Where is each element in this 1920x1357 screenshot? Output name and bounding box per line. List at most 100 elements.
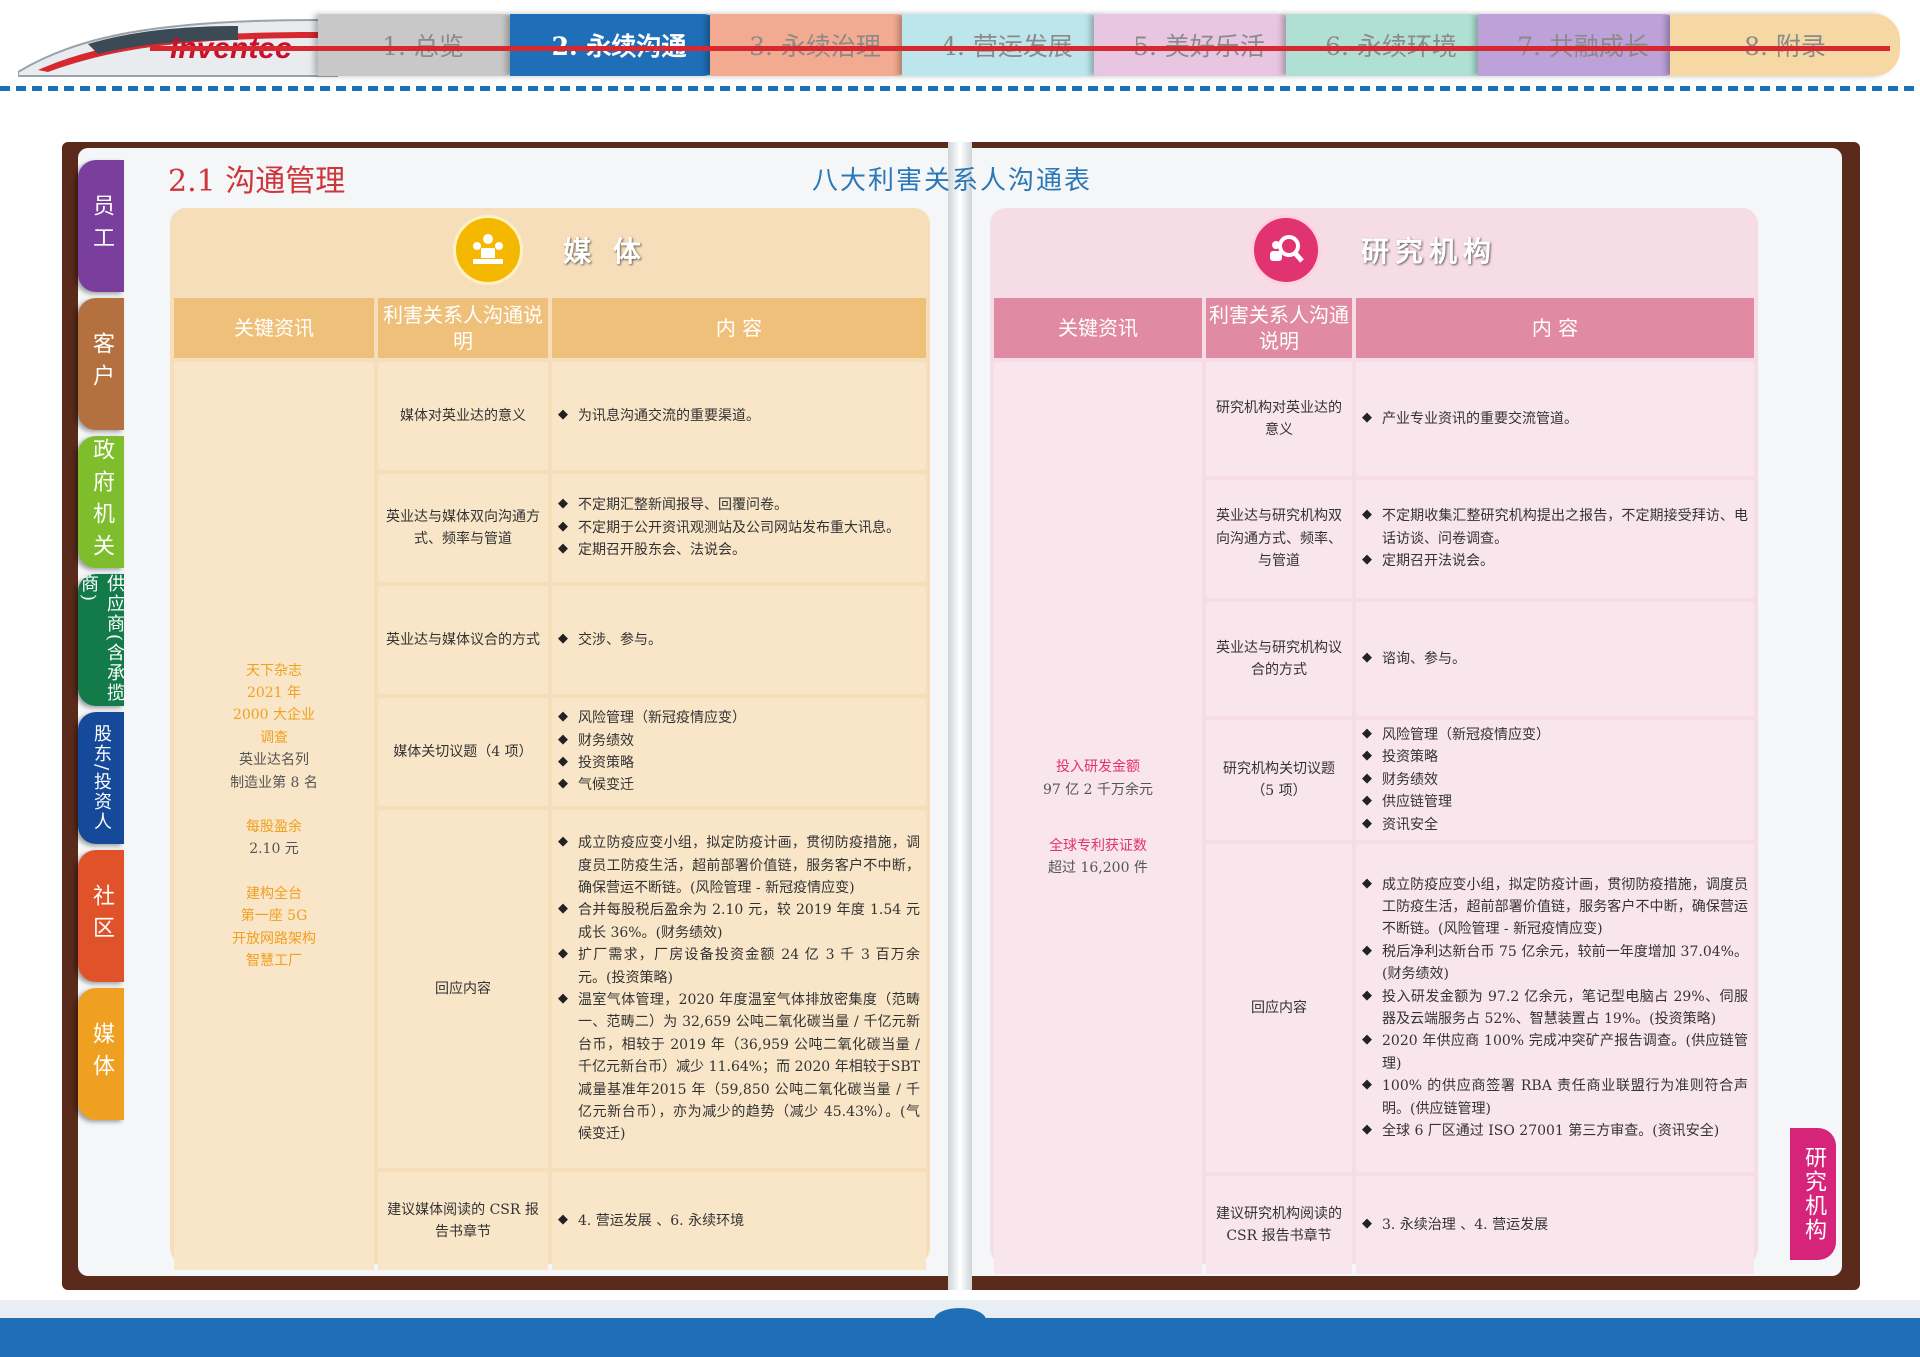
research-key-info: 投入研发金额 97 亿 2 千万余元 全球专利获证数 超过 16,200 件	[994, 362, 1202, 1274]
sidetab-label: 客户	[89, 332, 114, 396]
sidetab-suppliers[interactable]: 供应商(含承揽商)	[78, 574, 125, 706]
row-description: 英业达与研究机构议合的方式	[1206, 602, 1352, 716]
key-info-line: 制造业第 8 名	[230, 774, 318, 791]
row-description: 英业达与媒体双向沟通方式、频率与管道	[378, 474, 548, 582]
key-info-line: 开放网路架构	[232, 930, 316, 947]
row-content: 为讯息沟通交流的重要渠道。	[552, 362, 926, 470]
sidetab-label: 股东/投资人	[91, 723, 112, 833]
key-info-line: 2021 年	[246, 685, 302, 702]
list-item: 2020 年供应商 100% 完成冲突矿产报告调查。(供应链管理)	[1362, 1030, 1748, 1075]
tab-label: 3. 永续治理	[749, 27, 881, 63]
tab-happy-living[interactable]: 5. 美好乐活	[1094, 14, 1304, 76]
research-panel-header: 研究机构	[990, 208, 1758, 292]
row-description: 回应内容	[378, 810, 548, 1168]
research-panel: 研究机构 关键资讯 利害关系人沟通说明 内 容 投入研发金额 97 亿 2 千万…	[990, 208, 1758, 1274]
list-item: 定期召开股东会、法说会。	[558, 539, 920, 561]
sidetab-government[interactable]: 政府机关	[78, 436, 124, 568]
sidetab-research-institutions[interactable]: 研究机构	[1790, 1128, 1836, 1260]
tab-overview[interactable]: 1. 总览	[318, 14, 528, 76]
row-description: 回应内容	[1206, 843, 1352, 1172]
key-info-line: 超过 16,200 件	[1048, 860, 1148, 877]
list-item: 100% 的供应商签署 RBA 责任商业联盟行为准则符合声明。(供应链管理)	[1362, 1075, 1748, 1120]
sidetab-label: 社区	[89, 884, 114, 948]
tab-label: 5. 美好乐活	[1133, 27, 1265, 63]
sidetab-community[interactable]: 社区	[78, 850, 124, 982]
sidetab-label: 研究机构	[1801, 1146, 1826, 1242]
row-content: 不定期汇整新闻报导、回覆问卷。 不定期于公开资讯观测站及公司网站发布重大讯息。 …	[552, 474, 926, 582]
list-item: 4. 营运发展 、6. 永续环境	[558, 1210, 920, 1232]
list-item: 成立防疫应变小组，拟定防疫计画，贯彻防疫措施，调度员工防疫生活，超前部署价值链，…	[1362, 874, 1748, 941]
column-header: 关键资讯	[994, 298, 1202, 358]
sidetab-label: 供应商(含承揽商)	[78, 574, 125, 704]
tab-sustainable-environment[interactable]: 6. 永续环境	[1286, 14, 1496, 76]
sidetab-label: 媒体	[89, 1022, 114, 1086]
column-header: 利害关系人沟通说明	[1206, 298, 1352, 358]
sidetab-shareholders[interactable]: 股东/投资人	[78, 712, 124, 844]
row-description: 研究机构对英业达的意义	[1206, 362, 1352, 476]
tab-inclusive-growth[interactable]: 7. 共融成长	[1478, 14, 1688, 76]
key-info-line: 投入研发金额	[1056, 759, 1140, 776]
table-title: 八大利害关系人沟通表	[812, 166, 1093, 196]
key-info-line: 全球专利获证数	[1049, 837, 1147, 854]
list-item: 气候变迁	[558, 774, 920, 796]
list-item: 投资策略	[558, 752, 920, 774]
sidetab-label: 员工	[89, 194, 114, 258]
list-item: 扩厂需求，厂房设备投资金额 24 亿 3 千 3 百万余元。(投资策略)	[558, 944, 920, 989]
column-header: 利害关系人沟通说明	[378, 298, 548, 358]
tab-label: 4. 营运发展	[941, 27, 1073, 63]
row-content: 产业专业资讯的重要交流管道。	[1356, 362, 1754, 476]
list-item: 合并每股税后盈余为 2.10 元，较 2019 年度 1.54 元成长 36%。…	[558, 899, 920, 944]
magnifier-person-icon	[1250, 215, 1321, 285]
top-nav-bar: Inventec 1. 总览 2. 永续沟通 3. 永续治理 4. 营运发展 5…	[0, 0, 1920, 92]
media-panel: 媒 体 关键资讯 利害关系人沟通说明 内 容 天下杂志 2021 年 2000 …	[170, 208, 930, 1270]
tab-operations-development[interactable]: 4. 营运发展	[902, 14, 1112, 76]
row-description: 媒体关切议题（4 项）	[378, 698, 548, 806]
media-heading: 媒 体	[563, 235, 647, 268]
table-header-row: 关键资讯 利害关系人沟通说明 内 容	[994, 298, 1754, 358]
list-item: 风险管理（新冠疫情应变）	[1362, 724, 1748, 746]
list-item: 为讯息沟通交流的重要渠道。	[558, 405, 920, 427]
tab-sustainability-communication[interactable]: 2. 永续沟通	[510, 14, 728, 76]
key-info-line: 每股盈余	[246, 819, 302, 835]
list-item: 投入研发金额为 97.2 亿余元，笔记型电脑占 29%、伺服器及云端服务占 52…	[1362, 986, 1748, 1031]
key-info-line: 建构全台	[246, 885, 302, 902]
media-panel-header: 媒 体	[170, 208, 930, 292]
list-item: 定期召开法说会。	[1362, 550, 1748, 572]
row-description: 建议媒体阅读的 CSR 报告书章节	[378, 1172, 548, 1270]
sidetab-media[interactable]: 媒体	[78, 988, 124, 1120]
tab-label: 7. 共融成长	[1517, 27, 1649, 63]
list-item: 税后净利达新台币 75 亿余元，较前一年度增加 37.04%。(财务绩效)	[1362, 941, 1748, 986]
media-key-info: 天下杂志 2021 年 2000 大企业 调查 英业达名列 制造业第 8 名 每…	[174, 362, 374, 1270]
tab-label: 1. 总览	[382, 27, 464, 63]
list-item: 风险管理（新冠疫情应变）	[558, 707, 920, 729]
sidetab-employees[interactable]: 员工	[78, 160, 124, 292]
row-content: 4. 营运发展 、6. 永续环境	[552, 1172, 926, 1270]
row-description: 研究机构关切议题（5 项）	[1206, 720, 1352, 840]
list-item: 资讯安全	[1362, 814, 1748, 836]
sidetab-label: 政府机关	[89, 438, 114, 566]
row-content: 风险管理（新冠疫情应变） 投资策略 财务绩效 供应链管理 资讯安全	[1356, 720, 1754, 840]
row-description: 英业达与研究机构双向沟通方式、频率、与管道	[1206, 480, 1352, 598]
key-info-line: 97 亿 2 千万余元	[1042, 781, 1154, 798]
rail-line	[150, 46, 1890, 51]
list-item: 全球 6 厂区通过 ISO 27001 第三方审查。(资讯安全)	[1362, 1120, 1748, 1142]
key-info-line: 智慧工厂	[246, 952, 302, 969]
row-content: 交涉、参与。	[552, 586, 926, 694]
list-item: 不定期汇整新闻报导、回覆问卷。	[558, 494, 920, 516]
row-description: 建议研究机构阅读的 CSR 报告书章节	[1206, 1175, 1352, 1274]
table-row: 天下杂志 2021 年 2000 大企业 调查 英业达名列 制造业第 8 名 每…	[174, 362, 926, 1270]
tab-label: 6. 永续环境	[1325, 27, 1457, 63]
key-info-line: 调查	[260, 729, 288, 746]
tab-label: 2. 永续沟通	[552, 27, 687, 63]
row-content: 谘询、参与。	[1356, 602, 1754, 716]
row-content: 成立防疫应变小组，拟定防疫计画，贯彻防疫措施，调度员工防疫生活，超前部署价值链，…	[1356, 843, 1754, 1172]
column-header: 关键资讯	[174, 298, 374, 358]
list-item: 产业专业资讯的重要交流管道。	[1362, 408, 1748, 430]
list-item: 不定期于公开资讯观测站及公司网站发布重大讯息。	[558, 517, 920, 539]
sidetab-customers[interactable]: 客户	[78, 298, 124, 430]
list-item: 交涉、参与。	[558, 629, 920, 651]
row-content: 3. 永续治理 、4. 营运发展	[1356, 1175, 1754, 1274]
tab-sustainability-governance[interactable]: 3. 永续治理	[710, 14, 920, 76]
key-info-line: 英业达名列	[239, 752, 309, 769]
tab-appendix[interactable]: 8. 附录	[1670, 14, 1900, 76]
